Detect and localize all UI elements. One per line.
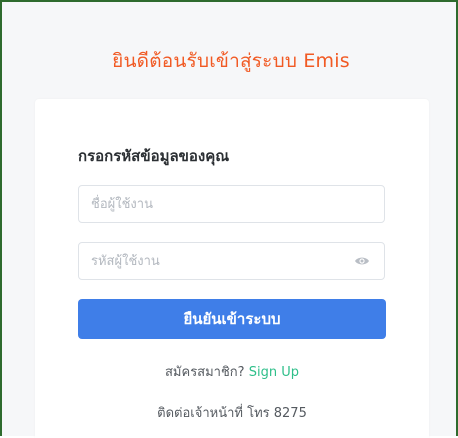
signup-prompt: สมัครสมาชิก? <box>165 365 245 380</box>
signup-link[interactable]: Sign Up <box>249 365 299 380</box>
contact-info: ติดต่อเจ้าหน้าที่ โทร 8275 <box>157 406 307 421</box>
username-input[interactable] <box>79 186 384 222</box>
welcome-title: ยินดีต้อนรับเข้าสู่ระบบ Emis <box>112 50 350 72</box>
login-button[interactable]: ยืนยันเข้าระบบ <box>78 299 386 339</box>
username-field-wrapper <box>78 185 385 223</box>
signup-line: สมัครสมาชิก? Sign Up <box>35 361 429 382</box>
eye-icon[interactable] <box>354 255 370 267</box>
password-field-wrapper <box>78 242 385 280</box>
form-title: กรอกรหัสข้อมูลของคุณ <box>78 147 230 165</box>
login-page: ยินดีต้อนรับเข้าสู่ระบบ Emis กรอกรหัสข้อ… <box>0 0 458 438</box>
password-input[interactable] <box>79 243 384 279</box>
login-card: กรอกรหัสข้อมูลของคุณ ยืนยันเข้าระบบ สมัค… <box>35 99 429 438</box>
